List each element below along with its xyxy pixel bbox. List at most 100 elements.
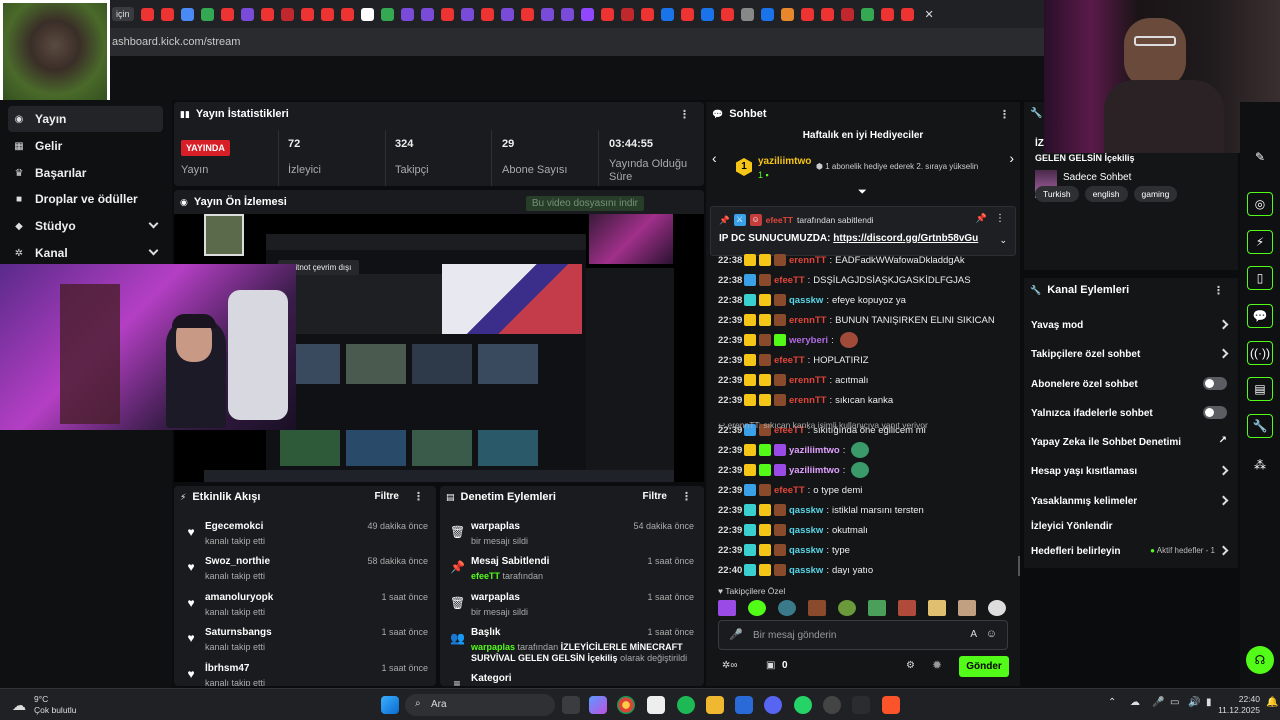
tag[interactable]: Turkish bbox=[1035, 186, 1079, 202]
action-host[interactable]: İzleyici Yönlendir bbox=[1031, 516, 1231, 536]
broadcast-icon[interactable]: ((·)) bbox=[1247, 341, 1273, 365]
action-banned-words[interactable]: Yasaklanmış kelimeler bbox=[1031, 491, 1231, 511]
action-goals[interactable]: Hedefleri belirleyin ● Aktif hedefler - 1 bbox=[1031, 541, 1231, 561]
message-username[interactable]: erennTT bbox=[789, 395, 826, 406]
kebab-menu-icon[interactable]: ⋮ bbox=[999, 108, 1010, 121]
activity-user[interactable]: Saturnsbangs bbox=[205, 627, 272, 638]
tab-icon[interactable] bbox=[280, 7, 294, 21]
kebab-menu-icon[interactable]: ⋮ bbox=[995, 213, 1005, 224]
chevron-down-icon[interactable]: ⌄ bbox=[999, 235, 1007, 246]
action-ai-moderation[interactable]: Yapay Zeka ile Sohbet Denetimi ↗ bbox=[1031, 432, 1231, 452]
category-name[interactable]: Sadece Sohbet bbox=[1063, 172, 1131, 183]
emote[interactable] bbox=[778, 600, 796, 616]
prev-arrow-icon[interactable]: ‹ bbox=[712, 150, 717, 166]
next-arrow-icon[interactable]: › bbox=[1009, 150, 1014, 166]
message-username[interactable]: erennTT bbox=[789, 375, 826, 386]
sidebar-item-studyo[interactable]: ◆ Stüdyo bbox=[8, 213, 163, 239]
tag[interactable]: english bbox=[1084, 186, 1128, 202]
camera-icon[interactable]: ◎ bbox=[1247, 192, 1273, 216]
tab-icon[interactable] bbox=[560, 7, 574, 21]
youtube-tab-icon[interactable] bbox=[160, 7, 174, 21]
sidebar-item-gelir[interactable]: ▦ Gelir bbox=[8, 133, 163, 159]
message-username[interactable]: qasskw bbox=[789, 505, 823, 516]
brave-icon[interactable] bbox=[882, 696, 900, 714]
drive-tab-icon[interactable] bbox=[860, 7, 874, 21]
tab-icon[interactable] bbox=[540, 7, 554, 21]
emote[interactable] bbox=[868, 600, 886, 616]
layout-icon[interactable]: ▤ bbox=[1247, 377, 1273, 401]
emote[interactable] bbox=[808, 600, 826, 616]
pinned-link[interactable]: https://discord.gg/Grtnb58vGu bbox=[833, 233, 978, 244]
whatsapp-icon[interactable] bbox=[794, 696, 812, 714]
youtube-tab-icon[interactable] bbox=[340, 7, 354, 21]
message-username[interactable]: erennTT bbox=[789, 315, 826, 326]
phone-icon[interactable]: ▯ bbox=[1247, 266, 1273, 290]
sidebar-item-basarilar[interactable]: ♛ Başarılar bbox=[8, 160, 163, 186]
moderation-user[interactable]: warpaplas bbox=[471, 592, 520, 603]
unpin-icon[interactable]: 📌 bbox=[976, 213, 987, 224]
sidebar-item-yayin[interactable]: ◉ Yayın bbox=[8, 106, 163, 132]
tab-icon[interactable] bbox=[760, 7, 774, 21]
wrench-icon[interactable]: 🔧 bbox=[1247, 414, 1273, 438]
chat-icon[interactable]: 💬 bbox=[1247, 304, 1273, 328]
emote[interactable] bbox=[958, 600, 976, 616]
volume-icon[interactable]: 🔊 bbox=[1188, 697, 1200, 708]
clock-date[interactable]: 11.12.2025 bbox=[1212, 705, 1260, 715]
message-username[interactable]: efeeTT bbox=[774, 355, 805, 366]
tab-icon[interactable] bbox=[240, 7, 254, 21]
youtube-tab-icon[interactable] bbox=[320, 7, 334, 21]
clock-time[interactable]: 22:40 bbox=[1220, 694, 1260, 704]
kebab-menu-icon[interactable]: ⋮ bbox=[413, 490, 424, 503]
google-tab-icon[interactable] bbox=[360, 7, 374, 21]
tab-icon[interactable] bbox=[840, 7, 854, 21]
close-tab-icon[interactable]: ✕ bbox=[925, 8, 934, 21]
action-followers-only[interactable]: Takipçilere özel sohbet bbox=[1031, 344, 1231, 364]
youtube-tab-icon[interactable] bbox=[600, 7, 614, 21]
emotes-only-toggle[interactable] bbox=[1203, 406, 1227, 419]
windows-start-icon[interactable] bbox=[381, 696, 399, 714]
message-username[interactable]: qasskw bbox=[789, 565, 823, 576]
tab-icon[interactable] bbox=[460, 7, 474, 21]
chat-input[interactable]: 🎤 Bir mesaj gönderin A ☺ bbox=[718, 620, 1008, 650]
moderation-user[interactable]: warpaplas bbox=[471, 521, 520, 532]
tab-icon[interactable] bbox=[740, 7, 754, 21]
emote[interactable] bbox=[988, 600, 1006, 616]
youtube-tab-icon[interactable] bbox=[520, 7, 534, 21]
youtube-tab-icon[interactable] bbox=[900, 7, 914, 21]
spotify-icon[interactable] bbox=[677, 696, 695, 714]
task-view-icon[interactable] bbox=[562, 696, 580, 714]
tab-icon[interactable] bbox=[780, 7, 794, 21]
tray-chevron-icon[interactable]: ⌃ bbox=[1108, 697, 1116, 708]
sidebar-item-droplar[interactable]: ■ Droplar ve ödüller bbox=[8, 186, 163, 212]
activity-user[interactable]: İbrhsm47 bbox=[205, 663, 249, 674]
obs-icon[interactable] bbox=[823, 696, 841, 714]
message-username[interactable]: weryberi bbox=[789, 335, 828, 346]
app-icon[interactable] bbox=[735, 696, 753, 714]
moderation-filter-button[interactable]: Filtre bbox=[643, 491, 667, 502]
gift-icon[interactable]: ▣ bbox=[766, 660, 775, 671]
mic-icon[interactable]: 🎤 bbox=[729, 628, 743, 641]
kebab-menu-icon[interactable]: ⋮ bbox=[1213, 284, 1224, 297]
tab-icon[interactable] bbox=[620, 7, 634, 21]
address-bar[interactable]: ashboard.kick.com/stream bbox=[0, 28, 1044, 56]
pinned-by-user[interactable]: efeeTT bbox=[766, 215, 793, 225]
apps-icon[interactable]: ⁂ bbox=[1246, 452, 1274, 478]
message-username[interactable]: qasskw bbox=[789, 545, 823, 556]
youtube-tab-icon[interactable] bbox=[480, 7, 494, 21]
chrome-icon[interactable] bbox=[617, 696, 635, 714]
message-username[interactable]: efeeTT bbox=[774, 485, 805, 496]
drive-tab-icon[interactable] bbox=[200, 7, 214, 21]
docs-tab-icon[interactable] bbox=[180, 7, 194, 21]
send-button[interactable]: Gönder bbox=[959, 656, 1009, 677]
points-icon[interactable]: ✲∞ bbox=[722, 660, 738, 671]
message-username[interactable]: qasskw bbox=[789, 525, 823, 536]
moderator-user[interactable]: warpaplas bbox=[471, 642, 515, 652]
download-video-button[interactable]: Bu video dosyasını indir bbox=[525, 196, 644, 211]
youtube-tab-icon[interactable] bbox=[800, 7, 814, 21]
emoji-icon[interactable]: ☺ bbox=[986, 628, 997, 640]
copilot-icon[interactable] bbox=[589, 696, 607, 714]
top-gifter-name[interactable]: yaziliimtwo bbox=[758, 156, 811, 167]
tab-icon[interactable] bbox=[500, 7, 514, 21]
network-icon[interactable]: ▭ bbox=[1170, 697, 1179, 708]
subscribers-only-toggle[interactable] bbox=[1203, 377, 1227, 390]
